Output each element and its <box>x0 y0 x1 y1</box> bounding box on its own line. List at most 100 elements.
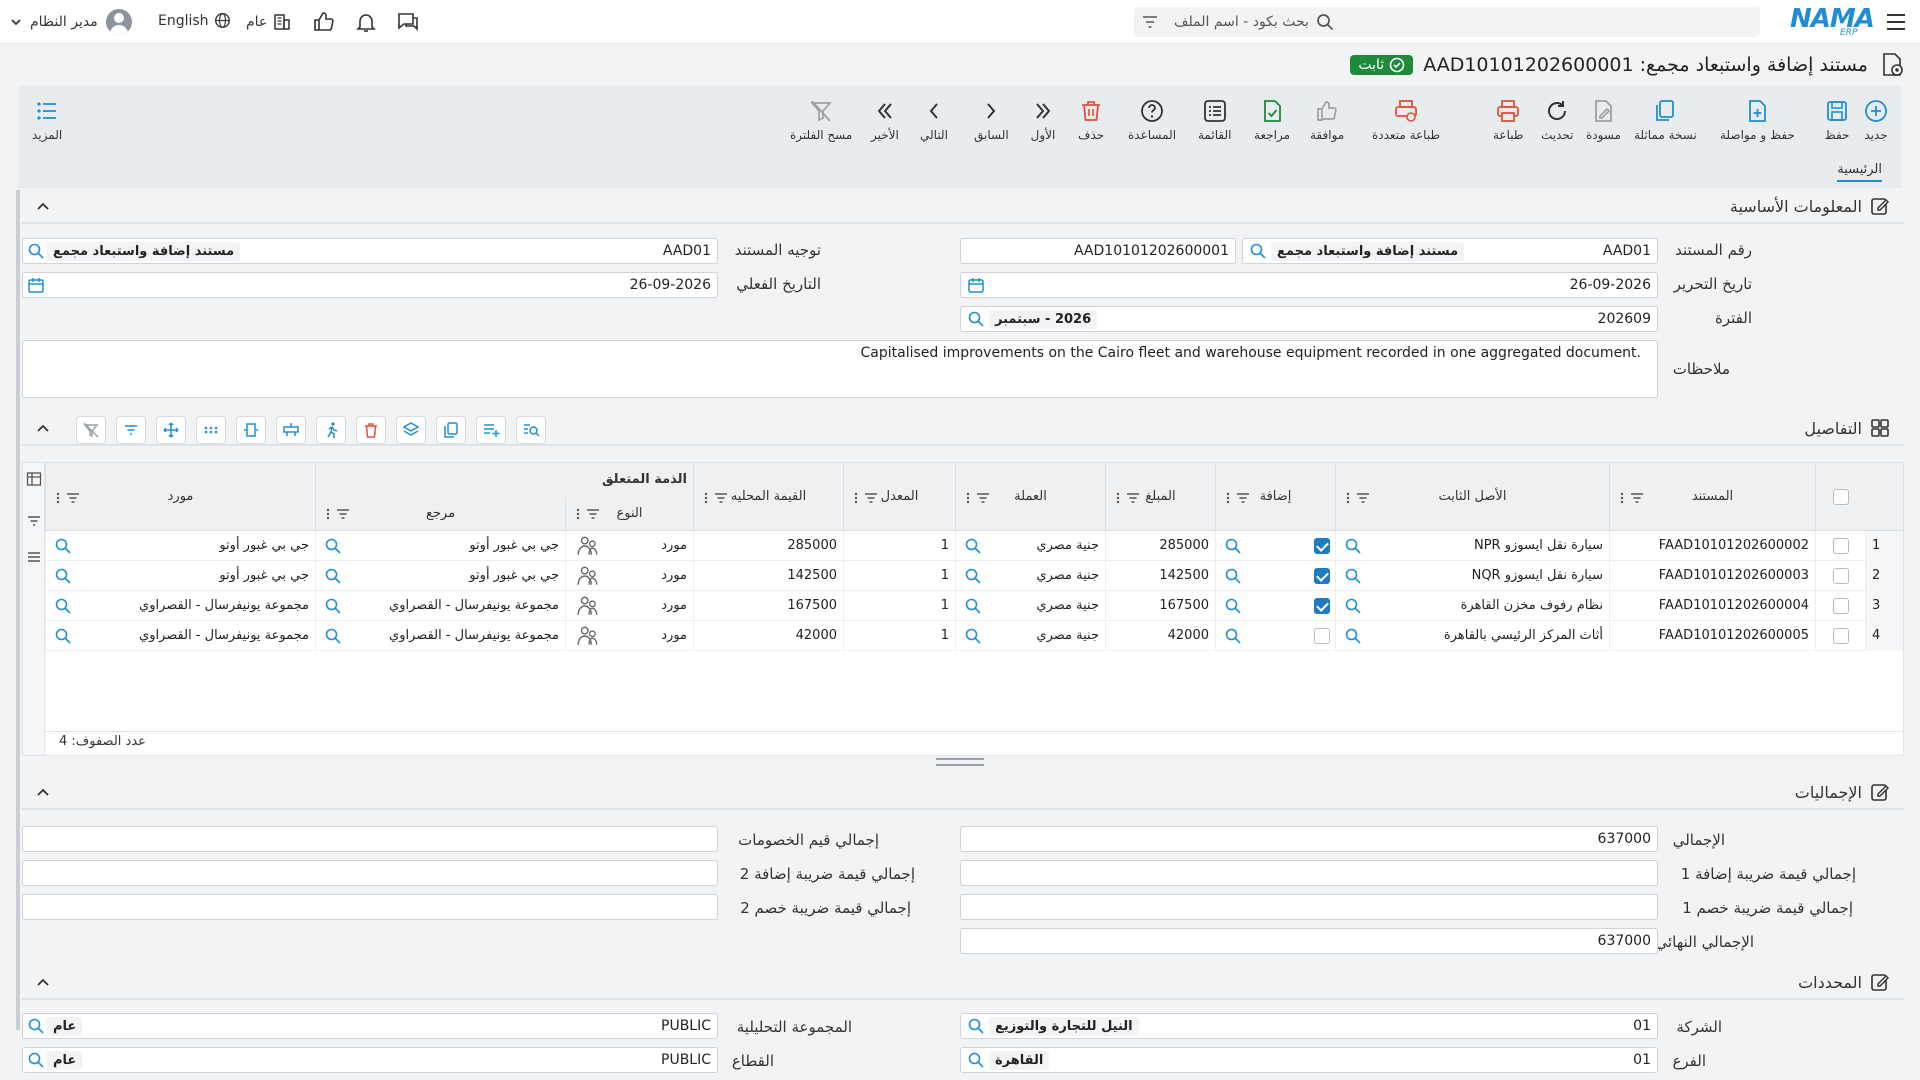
cell-currency[interactable]: جنية مصري <box>955 531 1105 561</box>
filter-icon[interactable] <box>1140 12 1160 32</box>
refresh-button[interactable]: تحديث <box>1541 86 1574 154</box>
calendar-icon[interactable] <box>27 276 45 294</box>
cell-local-value[interactable]: 42000 <box>693 621 843 651</box>
cell-reference[interactable]: مجموعة يونيفرسال - القصراوي <box>315 621 565 651</box>
disc-tax2-field[interactable] <box>22 894 718 920</box>
cell-document[interactable]: FAAD10101202600004 <box>1609 591 1815 621</box>
analysis-group-field[interactable]: عام PUBLIC <box>22 1013 718 1039</box>
save-continue-button[interactable]: حفظ و مواصلة <box>1720 86 1795 154</box>
cell-amount[interactable]: 167500 <box>1105 591 1215 621</box>
cell-fixed-asset[interactable]: أثاث المركز الرئيسي بالقاهرة <box>1335 621 1609 651</box>
cell-reference[interactable]: جي بي غبور أوتو <box>315 531 565 561</box>
lookup-icon[interactable] <box>324 567 342 585</box>
lookup-icon[interactable] <box>1224 567 1242 585</box>
cell-supplier[interactable]: جي بي غبور أوتو <box>45 531 315 561</box>
totals-section-header[interactable]: الإجماليات <box>22 776 1904 810</box>
period-field[interactable]: 2026 - سبتمبر 202609 <box>960 306 1658 332</box>
lookup-icon[interactable] <box>1224 627 1242 645</box>
lookup-icon[interactable] <box>1344 567 1362 585</box>
lookup-icon[interactable] <box>967 1051 985 1069</box>
cell-addition[interactable] <box>1215 621 1335 651</box>
cell-currency[interactable]: جنية مصري <box>955 591 1105 621</box>
user-menu[interactable]: مدير النظام <box>10 8 132 36</box>
lookup-icon[interactable] <box>964 627 982 645</box>
table-row[interactable]: 3 FAAD10101202600004 نظام رفوف مخزن القاهر… <box>45 591 1903 621</box>
lookup-icon[interactable] <box>964 537 982 555</box>
review-button[interactable]: مراجعة <box>1254 86 1290 154</box>
lookup-icon[interactable] <box>27 1017 45 1035</box>
lookup-icon[interactable] <box>54 567 72 585</box>
cell-document[interactable]: FAAD10101202600002 <box>1609 531 1815 561</box>
final-total-field[interactable]: 637000 <box>960 928 1658 954</box>
row-checkbox[interactable] <box>1833 538 1849 554</box>
duplicate-button[interactable]: نسخة مماثلة <box>1634 86 1697 154</box>
branch-field[interactable]: القاهرة 01 <box>960 1047 1658 1073</box>
multi-print-button[interactable]: طباعة متعددة <box>1372 86 1440 154</box>
row-select[interactable] <box>1815 591 1865 621</box>
filter-button[interactable] <box>116 416 146 444</box>
basic-info-section-header[interactable]: المعلومات الأساسية <box>22 190 1904 224</box>
table-icon[interactable] <box>26 471 42 487</box>
chat-icon[interactable] <box>396 10 420 34</box>
cell-rate[interactable]: 1 <box>843 621 955 651</box>
list-button[interactable]: القائمة <box>1198 86 1231 154</box>
help-button[interactable]: المساعدة <box>1128 86 1176 154</box>
add-tax2-field[interactable] <box>22 860 718 886</box>
search-bar[interactable]: بحث بكود - اسم الملف <box>1134 7 1760 37</box>
cell-fixed-asset[interactable]: سيارة نقل ايسوزو NQR <box>1335 561 1609 591</box>
table-row[interactable]: 1 FAAD10101202600002 سيارة نقل ايسوزو NPR 2… <box>45 531 1903 561</box>
lookup-icon[interactable] <box>967 1017 985 1035</box>
total-field[interactable]: 637000 <box>960 826 1658 852</box>
insert-row-button[interactable] <box>276 416 306 444</box>
column-currency[interactable]: العملة <box>955 463 1105 531</box>
row-checkbox[interactable] <box>1833 568 1849 584</box>
cell-supplier[interactable]: جي بي غبور أوتو <box>45 561 315 591</box>
column-local-value[interactable]: القيمة المحليه <box>693 463 843 531</box>
lookup-icon[interactable] <box>1344 597 1362 615</box>
column-rate[interactable]: المعدل <box>843 463 955 531</box>
more-button[interactable]: المزيد <box>32 86 62 154</box>
left-scroll-bar[interactable] <box>16 190 20 1030</box>
column-addition[interactable]: إضافة <box>1215 463 1335 531</box>
cell-reference[interactable]: مجموعة يونيفرسال - القصراوي <box>315 591 565 621</box>
cell-supplier[interactable]: مجموعة يونيفرسال - القصراوي <box>45 621 315 651</box>
last-button[interactable]: الأخير <box>871 86 899 154</box>
direction-field[interactable]: مستند إضافة واستبعاد مجمع AAD01 <box>22 238 718 264</box>
delete-button[interactable]: حذف <box>1078 86 1104 154</box>
row-select[interactable] <box>1815 621 1865 651</box>
search-input[interactable]: بحث بكود - اسم الملف <box>1174 7 1760 37</box>
cell-document[interactable]: FAAD10101202600005 <box>1609 621 1815 651</box>
lookup-icon[interactable] <box>967 310 985 328</box>
lookup-icon[interactable] <box>324 597 342 615</box>
save-button[interactable]: حفظ <box>1824 86 1850 154</box>
cell-reference[interactable]: جي بي غبور أوتو <box>315 561 565 591</box>
lookup-icon[interactable] <box>27 242 45 260</box>
cell-type[interactable]: مورد <box>565 561 693 591</box>
cell-document[interactable]: FAAD10101202600003 <box>1609 561 1815 591</box>
dimensions-section-header[interactable]: المحددات <box>22 966 1904 1000</box>
first-button[interactable]: الأول <box>1030 86 1056 154</box>
move-button[interactable] <box>156 416 186 444</box>
clear-filter-button[interactable]: مسح الفلترة <box>790 86 852 154</box>
edit-date-field[interactable]: 26-09-2026 <box>960 272 1658 298</box>
cell-type[interactable]: مورد <box>565 591 693 621</box>
cell-addition[interactable] <box>1215 591 1335 621</box>
fit-columns-button[interactable] <box>236 416 266 444</box>
lookup-icon[interactable] <box>1224 537 1242 555</box>
clear-filter-small-button[interactable] <box>76 416 106 444</box>
cell-supplier[interactable]: مجموعة يونيفرسال - القصراوي <box>45 591 315 621</box>
new-button[interactable]: جديد <box>1863 86 1889 154</box>
lookup-icon[interactable] <box>1344 627 1362 645</box>
lookup-icon[interactable] <box>1249 242 1267 260</box>
lookup-icon[interactable] <box>54 537 72 555</box>
doc-number-field[interactable]: AAD10101202600001 <box>960 238 1236 264</box>
lookup-icon[interactable] <box>964 597 982 615</box>
approve-button[interactable]: موافقة <box>1310 86 1344 154</box>
cell-currency[interactable]: جنية مصري <box>955 561 1105 591</box>
cell-currency[interactable]: جنية مصري <box>955 621 1105 651</box>
column-reference[interactable]: مرجع <box>315 497 565 531</box>
notes-textarea[interactable]: Capitalised improvements on the Cairo fl… <box>22 340 1658 398</box>
thumbs-up-icon[interactable] <box>312 10 336 34</box>
cell-type[interactable]: مورد <box>565 621 693 651</box>
cell-amount[interactable]: 42000 <box>1105 621 1215 651</box>
